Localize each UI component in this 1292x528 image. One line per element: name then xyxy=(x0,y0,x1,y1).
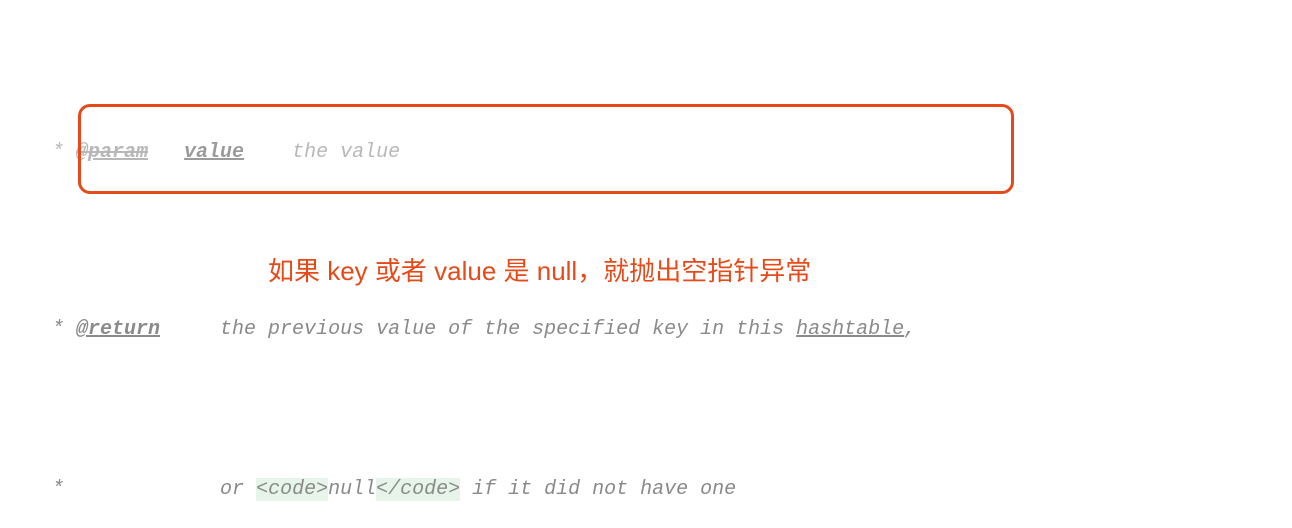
doc-line-param: * @param value the value xyxy=(0,132,1292,154)
doc-tag-param: @param xyxy=(76,141,148,164)
code-tag-open: <code> xyxy=(256,478,328,501)
code-editor[interactable]: * @param value the value * @return the p… xyxy=(0,0,1292,528)
doc-param-name: value xyxy=(184,141,244,164)
doc-line-return-2: * or <code>null</code> if it did not hav… xyxy=(0,442,1292,474)
doc-link-hashtable: hashtable xyxy=(796,318,904,341)
code-tag-close: </code> xyxy=(376,478,460,501)
doc-line-return-1: * @return the previous value of the spec… xyxy=(0,282,1292,314)
doc-tag-return: @return xyxy=(76,318,160,341)
doc-param-desc: the value xyxy=(292,141,400,164)
comment-star: * xyxy=(40,141,76,164)
annotation-text: 如果 key 或者 value 是 null，就抛出空指针异常 xyxy=(268,258,811,284)
